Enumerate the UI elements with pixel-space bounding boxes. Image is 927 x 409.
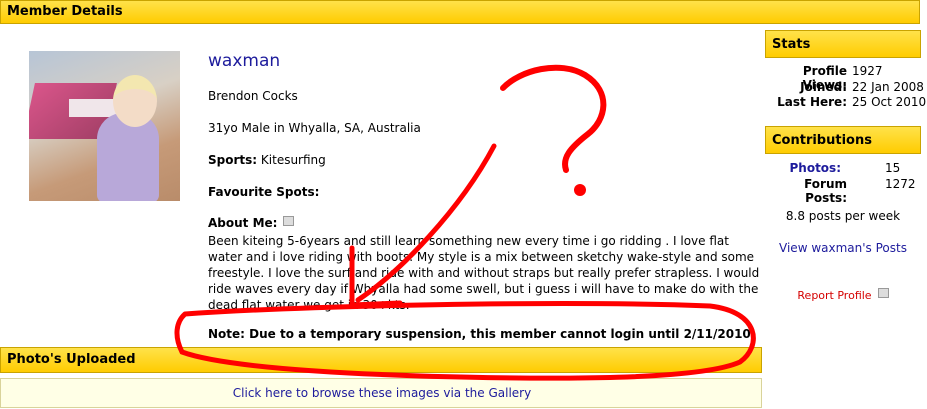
real-name: Brendon Cocks	[208, 89, 298, 103]
avatar-body-shape	[97, 113, 159, 201]
profile-views-value: 1927	[852, 64, 883, 78]
about-me-row: About Me:	[208, 216, 295, 230]
sports-label: Sports:	[208, 153, 258, 167]
forum-posts-count: 1272	[885, 177, 916, 191]
photos-link[interactable]: Photos:	[767, 161, 841, 175]
sports-value: Kitesurfing	[260, 153, 326, 167]
gallery-box: Click here to browse these images via th…	[0, 378, 762, 408]
last-here-label: Last Here:	[777, 95, 847, 109]
favourite-spots-label: Favourite Spots:	[208, 185, 320, 199]
about-me-label: About Me:	[208, 216, 278, 230]
report-profile-link[interactable]: Report Profile	[765, 288, 921, 302]
joined-value: 22 Jan 2008	[852, 80, 924, 94]
question-mark-stroke	[500, 64, 607, 173]
flag-icon[interactable]	[877, 288, 889, 298]
avatar-head-shape	[113, 75, 157, 127]
suspension-note: Note: Due to a temporary suspension, thi…	[208, 327, 751, 341]
last-here-value: 25 Oct 2010	[852, 95, 927, 109]
stats-header: Stats	[765, 30, 921, 58]
photos-count: 15	[885, 161, 901, 175]
username: waxman	[208, 51, 281, 71]
view-posts-link[interactable]: View waxman's Posts	[765, 241, 921, 255]
location: 31yo Male in Whyalla, SA, Australia	[208, 121, 421, 135]
report-profile-label[interactable]: Report Profile	[797, 289, 871, 302]
contributions-header: Contributions	[765, 126, 921, 154]
question-mark-dot	[574, 184, 586, 196]
avatar	[29, 51, 180, 201]
gallery-link[interactable]: Click here to browse these images via th…	[1, 386, 763, 400]
forum-posts-label: Forum Posts:	[804, 177, 847, 205]
member-details-header: Member Details	[0, 0, 920, 24]
posts-per-week: 8.8 posts per week	[785, 209, 901, 223]
sports-row: Sports: Kitesurfing	[208, 153, 326, 167]
photos-uploaded-header: Photo's Uploaded	[0, 347, 762, 373]
joined-label: Joined:	[800, 80, 847, 94]
flag-icon[interactable]	[283, 216, 295, 226]
about-me-text: Been kiteing 5-6years and still learn so…	[208, 234, 760, 312]
